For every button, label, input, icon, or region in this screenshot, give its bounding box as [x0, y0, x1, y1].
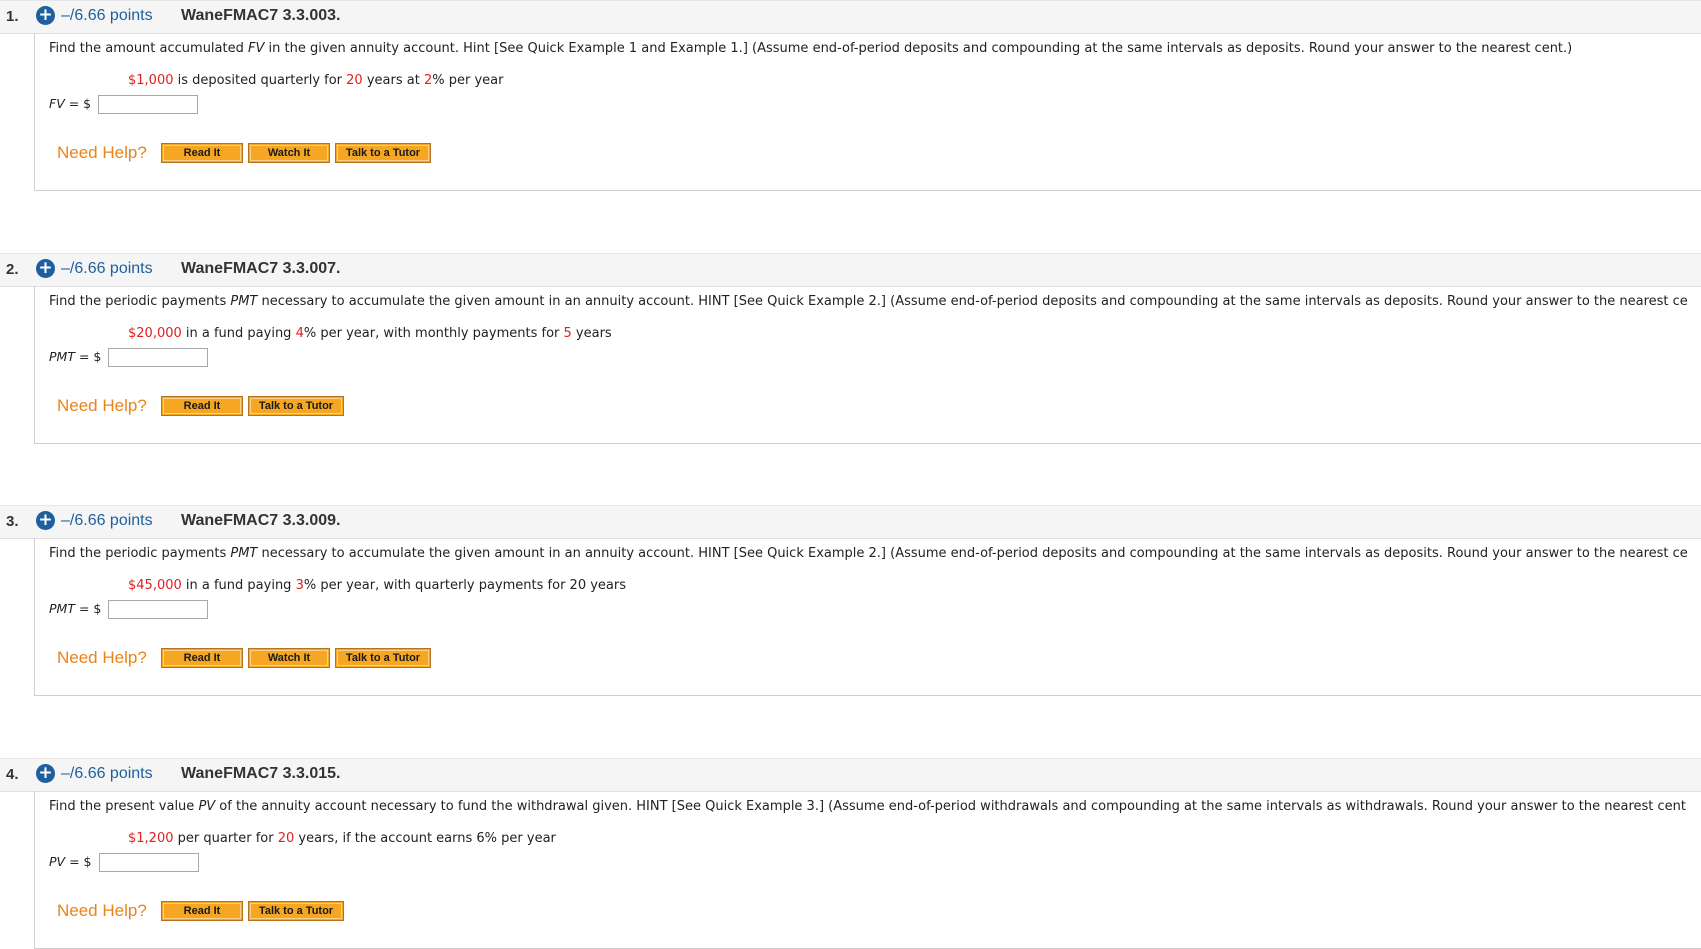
given-text: years, if the account earns 6% per year [294, 831, 556, 846]
question-number: 1. [6, 8, 19, 25]
question-body [34, 33, 1701, 191]
given-value: 5 [563, 326, 572, 341]
question-prompt: Find the amount accumulated FV in the gi… [49, 41, 1572, 56]
given-value: 2 [423, 73, 433, 88]
given-values: $20,000 in a fund paying 4% per year, wi… [128, 326, 612, 341]
watch-it-button[interactable]: Watch It [248, 143, 330, 163]
watch-it-button[interactable]: Watch It [248, 648, 330, 668]
question-code: WaneFMAC7 3.3.007. [181, 260, 341, 277]
need-help-label: Need Help? [57, 901, 147, 920]
question-number: 4. [6, 766, 19, 783]
question-prompt: Find the periodic payments PMT necessary… [49, 294, 1688, 309]
question-prompt: Find the present value PV of the annuity… [49, 799, 1686, 814]
prompt-variable: FV [248, 41, 265, 56]
question-header: 4. + –/6.66 points WaneFMAC7 3.3.015. [0, 758, 1701, 792]
given-values: $45,000 in a fund paying 3% per year, wi… [128, 578, 626, 593]
given-text: per quarter for [173, 831, 278, 846]
given-text: % per year [432, 73, 504, 88]
answer-label: FV = $ [49, 96, 91, 111]
question-code: WaneFMAC7 3.3.015. [181, 765, 341, 782]
expand-plus-icon[interactable]: + [36, 6, 55, 25]
prompt-text: Find the present value [49, 799, 199, 814]
given-text: is deposited quarterly for [173, 73, 347, 88]
expand-plus-icon[interactable]: + [36, 764, 55, 783]
question-points: –/6.66 points [61, 512, 153, 529]
question-code: WaneFMAC7 3.3.009. [181, 512, 341, 529]
question-points: –/6.66 points [61, 260, 153, 277]
answer-label: PV = $ [49, 854, 91, 869]
answer-equals: = $ [65, 854, 92, 869]
prompt-variable: PMT [230, 294, 258, 309]
given-value: 20 [277, 831, 295, 846]
prompt-text: necessary to accumulate the given amount… [257, 294, 1688, 309]
question-points: –/6.66 points [61, 7, 153, 24]
talk-to-tutor-button[interactable]: Talk to a Tutor [335, 143, 431, 163]
prompt-variable: PMT [230, 546, 258, 561]
given-value: $45,000 [128, 578, 182, 593]
expand-plus-icon[interactable]: + [36, 511, 55, 530]
question-header: 1. + –/6.66 points WaneFMAC7 3.3.003. [0, 0, 1701, 34]
question-code: WaneFMAC7 3.3.003. [181, 7, 341, 24]
prompt-text: necessary to accumulate the given amount… [257, 546, 1688, 561]
given-value: 20 [346, 73, 363, 88]
talk-to-tutor-button[interactable]: Talk to a Tutor [248, 901, 344, 921]
question-body [34, 286, 1701, 444]
answer-equals: = $ [74, 601, 102, 616]
answer-variable: PV [49, 854, 66, 869]
need-help-label: Need Help? [57, 648, 147, 667]
prompt-text: Find the amount accumulated [49, 41, 248, 56]
need-help-label: Need Help? [57, 396, 147, 415]
given-text: years at [362, 73, 424, 88]
prompt-text: in the given annuity account. Hint [See … [264, 41, 1573, 56]
need-help-label: Need Help? [57, 143, 147, 162]
answer-variable: FV [49, 96, 65, 111]
given-value: $1,000 [128, 73, 174, 88]
given-values: $1,200 per quarter for 20 years, if the … [128, 831, 556, 846]
question-prompt: Find the periodic payments PMT necessary… [49, 546, 1688, 561]
question-header: 3. + –/6.66 points WaneFMAC7 3.3.009. [0, 505, 1701, 539]
given-text: % per year, with quarterly payments for … [303, 578, 627, 593]
given-value: 4 [295, 326, 304, 341]
given-text: % per year, with monthly payments for [303, 326, 564, 341]
question-body [34, 791, 1701, 949]
question-number: 3. [6, 513, 19, 530]
answer-equals: = $ [64, 96, 92, 111]
answer-equals: = $ [74, 349, 102, 364]
answer-variable: PMT [49, 349, 75, 364]
given-value: 3 [295, 578, 304, 593]
answer-input[interactable] [108, 600, 208, 619]
answer-input[interactable] [108, 348, 208, 367]
answer-input[interactable] [99, 853, 199, 872]
prompt-text: Find the periodic payments [49, 546, 231, 561]
given-text: in a fund paying [181, 578, 296, 593]
talk-to-tutor-button[interactable]: Talk to a Tutor [335, 648, 431, 668]
given-text: in a fund paying [181, 326, 296, 341]
expand-plus-icon[interactable]: + [36, 259, 55, 278]
given-text: years [571, 326, 612, 341]
given-values: $1,000 is deposited quarterly for 20 yea… [128, 73, 503, 88]
prompt-variable: PV [198, 799, 216, 814]
read-it-button[interactable]: Read It [161, 901, 243, 921]
question-header: 2. + –/6.66 points WaneFMAC7 3.3.007. [0, 253, 1701, 287]
answer-label: PMT = $ [49, 601, 101, 616]
talk-to-tutor-button[interactable]: Talk to a Tutor [248, 396, 344, 416]
answer-label: PMT = $ [49, 349, 101, 364]
question-body [34, 538, 1701, 696]
read-it-button[interactable]: Read It [161, 143, 243, 163]
question-number: 2. [6, 261, 19, 278]
read-it-button[interactable]: Read It [161, 396, 243, 416]
prompt-text: of the annuity account necessary to fund… [215, 799, 1687, 814]
question-points: –/6.66 points [61, 765, 153, 782]
answer-variable: PMT [49, 601, 75, 616]
given-value: $1,200 [128, 831, 174, 846]
prompt-text: Find the periodic payments [49, 294, 231, 309]
answer-input[interactable] [98, 95, 198, 114]
read-it-button[interactable]: Read It [161, 648, 243, 668]
given-value: $20,000 [128, 326, 182, 341]
